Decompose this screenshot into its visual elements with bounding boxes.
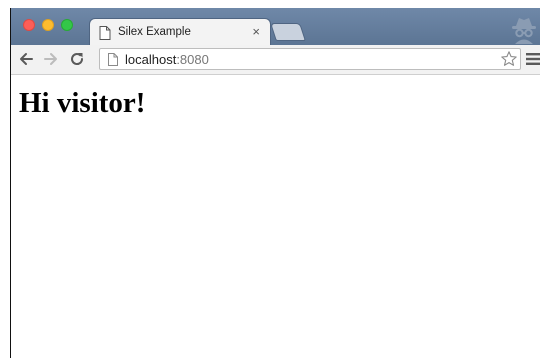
new-tab-button[interactable] — [270, 23, 306, 41]
forward-arrow-icon[interactable] — [42, 50, 60, 68]
browser-window: Silex Example × localhost:8080 Hi visito… — [10, 8, 540, 358]
browser-tab[interactable]: Silex Example × — [89, 18, 271, 46]
back-arrow-icon[interactable] — [17, 50, 35, 68]
url-text[interactable]: localhost:8080 — [125, 52, 209, 67]
window-minimize-button[interactable] — [42, 19, 54, 31]
window-close-button[interactable] — [23, 19, 35, 31]
page-content: Hi visitor! — [11, 75, 540, 358]
address-bar[interactable]: localhost:8080 — [99, 48, 521, 70]
incognito-icon — [512, 18, 536, 44]
page-heading: Hi visitor! — [19, 87, 146, 119]
browser-toolbar: localhost:8080 — [11, 45, 540, 75]
tab-close-icon[interactable]: × — [252, 24, 260, 39]
tab-title: Silex Example — [118, 26, 191, 38]
page-icon — [108, 53, 118, 66]
url-port: :8080 — [176, 52, 209, 67]
title-bar: Silex Example × — [11, 8, 540, 46]
menu-icon[interactable] — [526, 53, 540, 65]
page-icon — [99, 26, 111, 40]
window-maximize-button[interactable] — [61, 19, 73, 31]
url-host: localhost — [125, 52, 177, 67]
star-icon[interactable] — [500, 50, 518, 68]
reload-icon[interactable] — [68, 50, 86, 68]
